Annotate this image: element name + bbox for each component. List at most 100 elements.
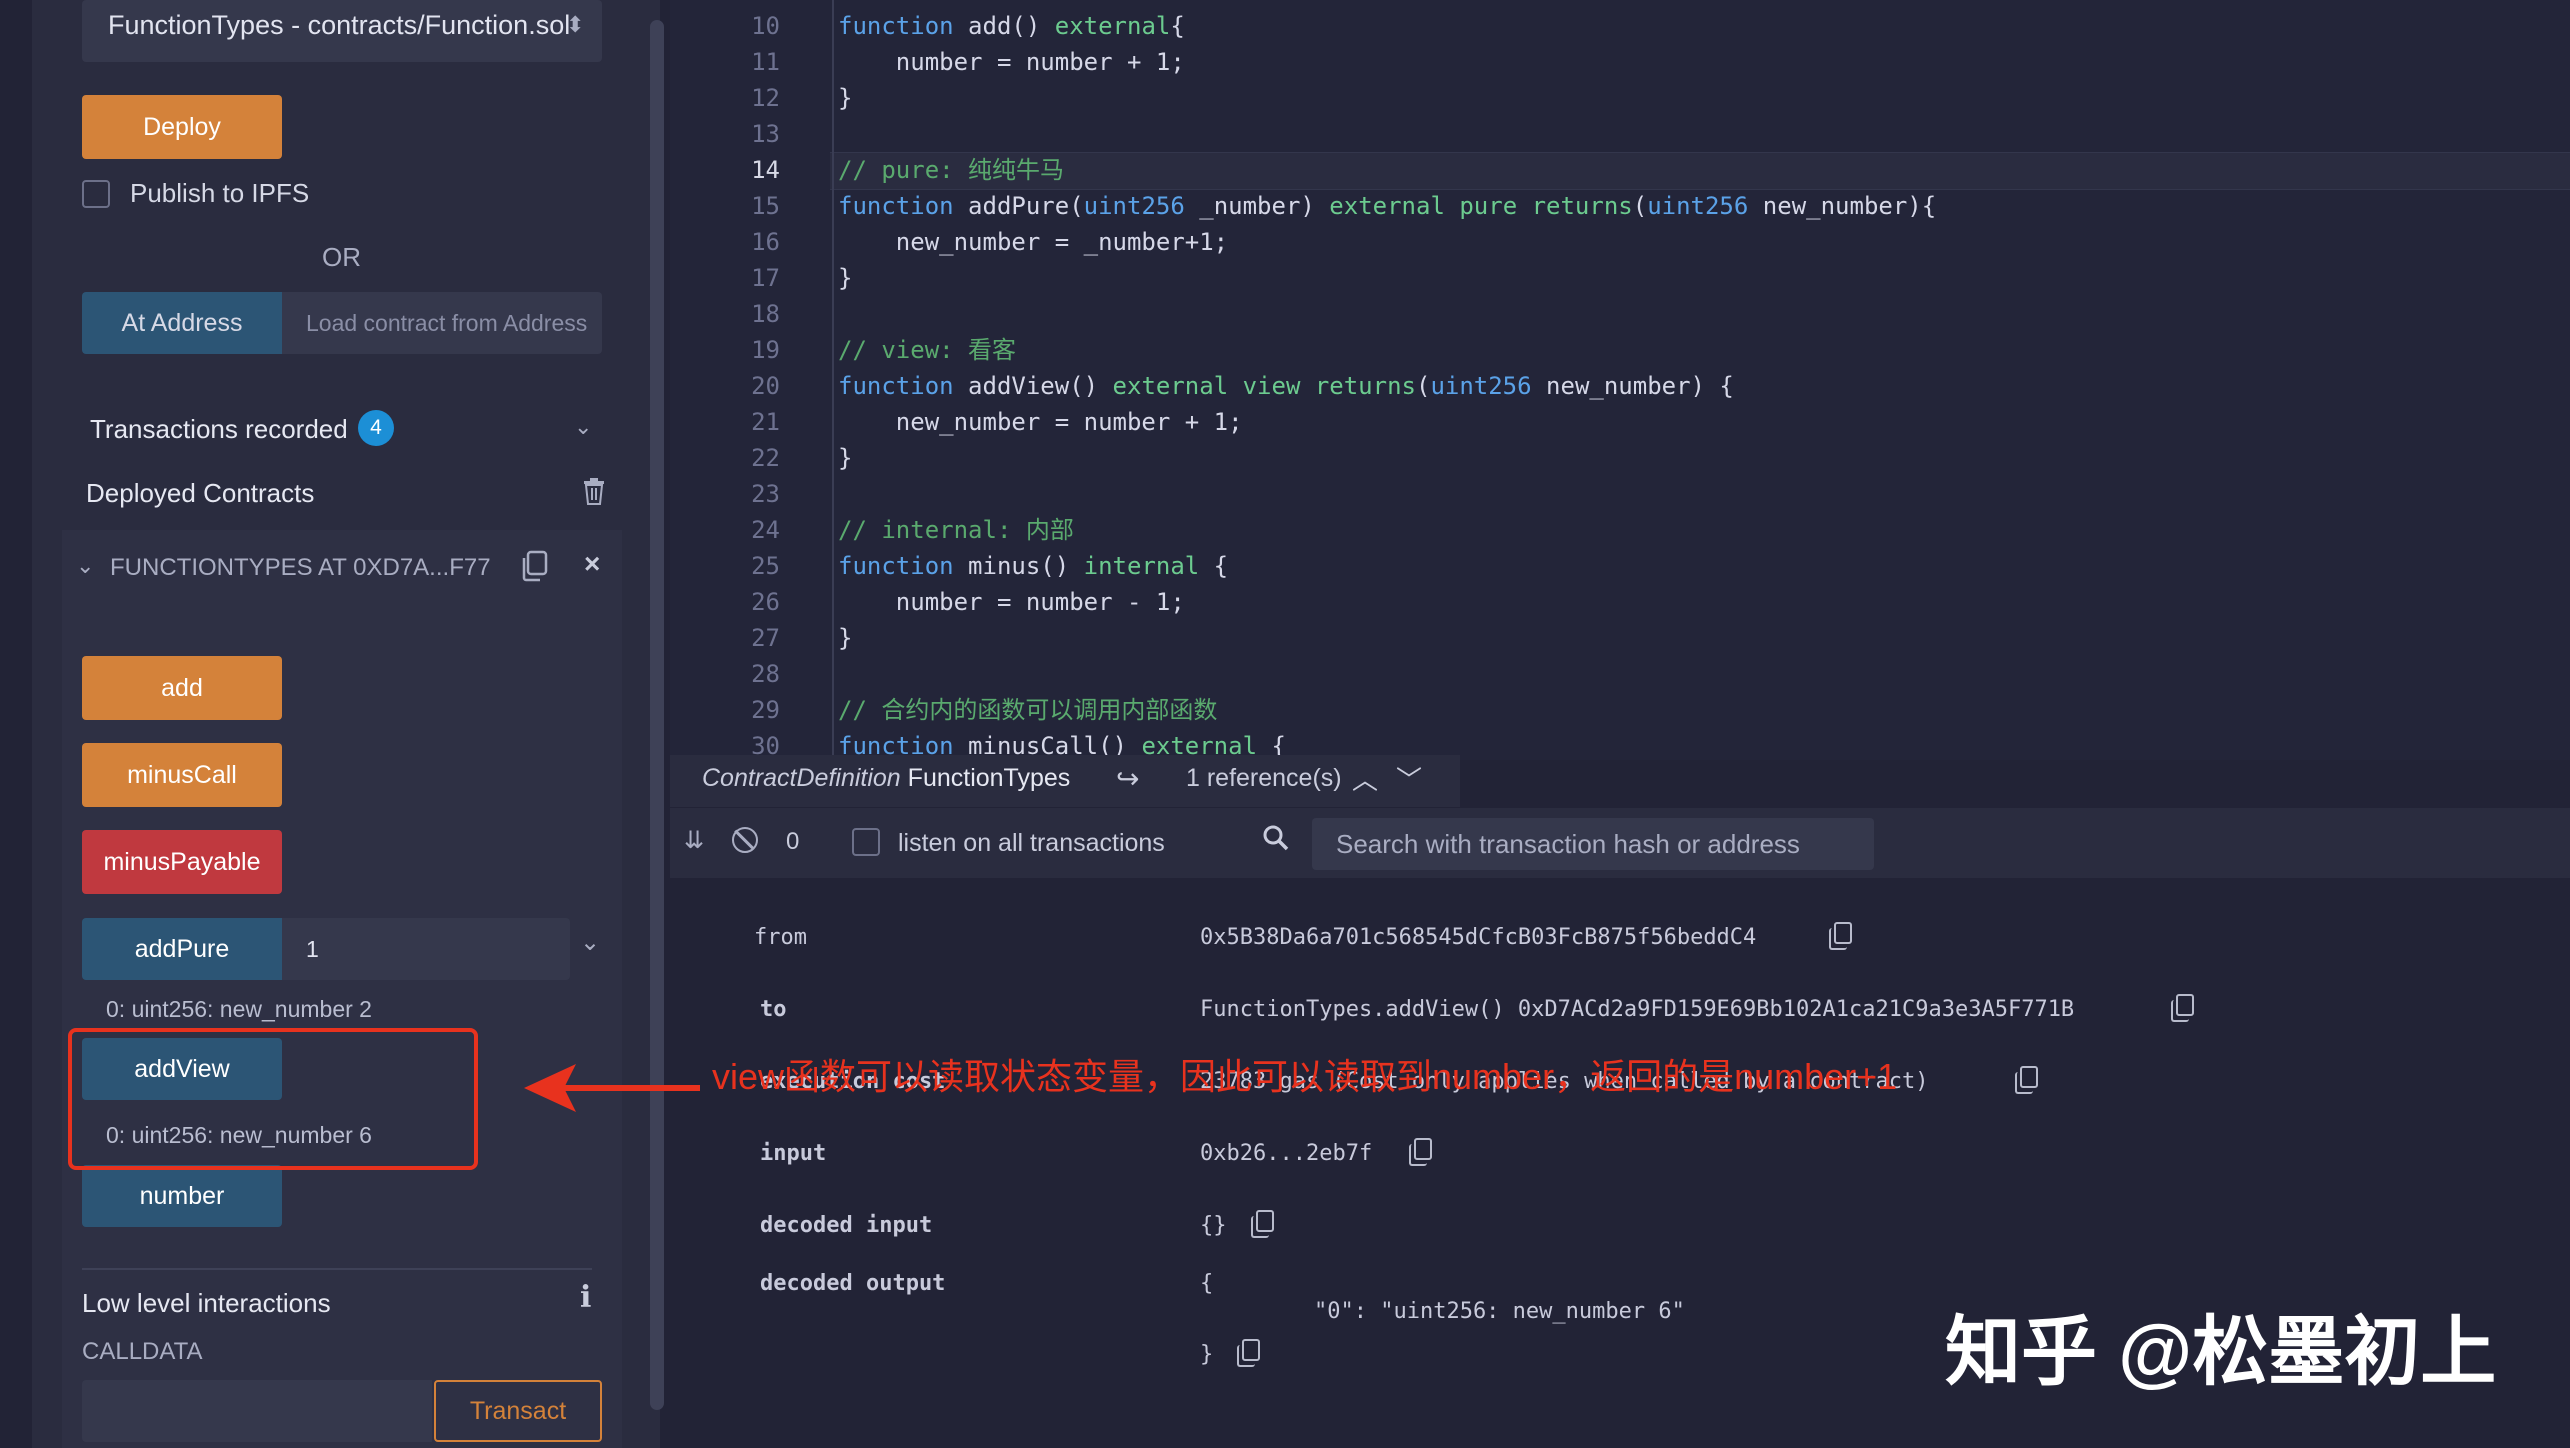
collapse-terminal-icon[interactable]: ⇊ xyxy=(684,826,704,855)
fn-number-button[interactable]: number xyxy=(82,1165,282,1227)
chevron-down-icon[interactable]: ⌄ xyxy=(574,414,592,440)
definition-kind: ContractDefinition xyxy=(702,764,901,792)
code-token: ( xyxy=(1632,192,1648,220)
tx-from-key: from xyxy=(754,925,807,950)
at-address-input[interactable]: Load contract from Address xyxy=(282,292,602,354)
search-icon xyxy=(1262,824,1290,857)
code-token: function xyxy=(838,192,954,220)
code-token: internal xyxy=(1083,552,1200,580)
code-line[interactable]: 11 number = number + 1; xyxy=(670,44,2570,80)
code-line[interactable]: 18 xyxy=(670,296,2570,332)
code-text: } xyxy=(838,620,852,656)
code-line[interactable]: 27} xyxy=(670,620,2570,656)
code-line[interactable]: 19 // view: 看客 xyxy=(670,332,2570,368)
copy-icon[interactable] xyxy=(1829,922,1852,950)
code-text: // view: 看客 xyxy=(838,332,1016,368)
tx-decoded-output-key: decoded output xyxy=(760,1271,946,1296)
listen-checkbox[interactable] xyxy=(852,828,880,856)
fn-minuspayable-button[interactable]: minusPayable xyxy=(82,830,282,894)
fn-minuscall-button[interactable]: minusCall xyxy=(82,743,282,807)
definition-name: FunctionTypes xyxy=(907,764,1071,792)
copy-icon[interactable] xyxy=(1237,1339,1260,1367)
publish-ipfs-label: Publish to IPFS xyxy=(130,178,310,208)
calldata-input[interactable] xyxy=(82,1380,432,1442)
copy-icon[interactable] xyxy=(2015,1066,2038,1094)
pending-count: 0 xyxy=(786,828,800,855)
code-line[interactable]: 25 function minus() internal { xyxy=(670,548,2570,584)
code-line[interactable]: 13 xyxy=(670,116,2570,152)
addpure-input[interactable]: 1 xyxy=(282,918,570,980)
low-level-label: Low level interactions xyxy=(82,1288,331,1318)
tx-from-value: 0x5B38Da6a701c568545dCfcB03FcB875f56bedd… xyxy=(1200,925,1757,950)
fn-add-button[interactable]: add xyxy=(82,656,282,720)
code-token: external pure returns xyxy=(1329,192,1633,220)
listen-label: listen on all transactions xyxy=(898,829,1165,857)
code-token: external xyxy=(1054,12,1171,40)
scrollbar[interactable] xyxy=(650,20,664,1410)
code-line[interactable]: 16 new_number = _number+1; xyxy=(670,224,2570,260)
code-text: function add() external{ xyxy=(838,8,1185,44)
chevron-down-icon[interactable]: ﹀ xyxy=(1396,760,1422,797)
watermark: 知乎 @松墨初上 xyxy=(1945,1310,2497,1395)
chevron-up-icon[interactable]: ︿ xyxy=(1352,760,1378,797)
code-token: minus() xyxy=(953,552,1084,580)
or-label: OR xyxy=(322,242,361,272)
copy-icon[interactable] xyxy=(2171,994,2194,1022)
code-text: new_number = _number+1; xyxy=(838,224,1228,260)
code-token: number = number - 1; xyxy=(838,588,1185,616)
copy-address-icon[interactable] xyxy=(520,550,548,587)
line-number: 25 xyxy=(751,552,780,580)
code-token: uint256 xyxy=(1083,192,1185,220)
line-number: 26 xyxy=(751,588,780,616)
transactions-count-badge: 4 xyxy=(358,410,394,446)
code-line[interactable]: 26 number = number - 1; xyxy=(670,584,2570,620)
code-line[interactable]: 28 xyxy=(670,656,2570,692)
line-number: 13 xyxy=(751,120,780,148)
code-line[interactable]: 14 // pure: 纯纯牛马 xyxy=(670,152,2570,188)
tx-search-input[interactable]: Search with transaction hash or address xyxy=(1312,818,1874,870)
at-address-button[interactable]: At Address xyxy=(82,292,282,354)
code-line[interactable]: 17} xyxy=(670,260,2570,296)
code-token: } xyxy=(838,264,853,292)
transactions-recorded-label: Transactions recorded xyxy=(90,414,348,444)
line-number: 22 xyxy=(751,444,780,472)
goto-definition-icon[interactable]: ↪ xyxy=(1116,762,1139,795)
transact-button[interactable]: Transact xyxy=(434,1380,602,1442)
code-line[interactable]: 22} xyxy=(670,440,2570,476)
code-token: // 合约内的函数可以调用内部函数 xyxy=(838,696,1218,724)
code-text: function addView() external view returns… xyxy=(838,368,1734,404)
code-line[interactable]: 29 // 合约内的函数可以调用内部函数 xyxy=(670,692,2570,728)
line-number: 16 xyxy=(751,228,780,256)
line-number: 11 xyxy=(751,48,780,76)
fn-addpure-button[interactable]: addPure xyxy=(82,918,282,980)
tx-decoded-output-close: } xyxy=(1200,1342,1214,1367)
code-line[interactable]: 20 function addView() external view retur… xyxy=(670,368,2570,404)
code-line[interactable]: 24 // internal: 内部 xyxy=(670,512,2570,548)
copy-icon[interactable] xyxy=(1251,1210,1274,1238)
line-number: 20 xyxy=(751,372,780,400)
code-token: _number) xyxy=(1184,192,1330,220)
trash-icon[interactable] xyxy=(582,477,606,510)
close-icon[interactable]: × xyxy=(584,548,600,580)
instance-collapse-icon[interactable]: ⌄ xyxy=(76,553,94,579)
code-token: addView() xyxy=(953,372,1113,400)
code-token: // internal: 内部 xyxy=(838,516,1074,544)
select-caret-icon: ⬍ xyxy=(566,12,585,37)
clear-console-icon[interactable] xyxy=(732,827,758,853)
references-count: 1 reference(s) xyxy=(1186,764,1342,792)
info-icon[interactable]: i xyxy=(580,1280,591,1315)
expand-chevron-icon[interactable]: ⌄ xyxy=(580,928,600,957)
code-token: // pure: 纯纯牛马 xyxy=(838,156,1065,184)
code-line[interactable]: 12} xyxy=(670,80,2570,116)
publish-ipfs-checkbox[interactable] xyxy=(82,180,110,208)
tx-input-key: input xyxy=(760,1141,827,1166)
code-line[interactable]: 15 function addPure(uint256 _number) exte… xyxy=(670,188,2570,224)
deploy-button[interactable]: Deploy xyxy=(82,95,282,159)
calldata-label: CALLDATA xyxy=(82,1338,203,1365)
code-line[interactable]: 23 xyxy=(670,476,2570,512)
code-line[interactable]: 21 new_number = number + 1; xyxy=(670,404,2570,440)
code-text: function addPure(uint256 _number) extern… xyxy=(838,188,1936,224)
copy-icon[interactable] xyxy=(1409,1138,1432,1166)
code-line[interactable]: 10 function add() external{ xyxy=(670,8,2570,44)
instance-title: FUNCTIONTYPES AT 0XD7A...F771B xyxy=(110,554,490,581)
